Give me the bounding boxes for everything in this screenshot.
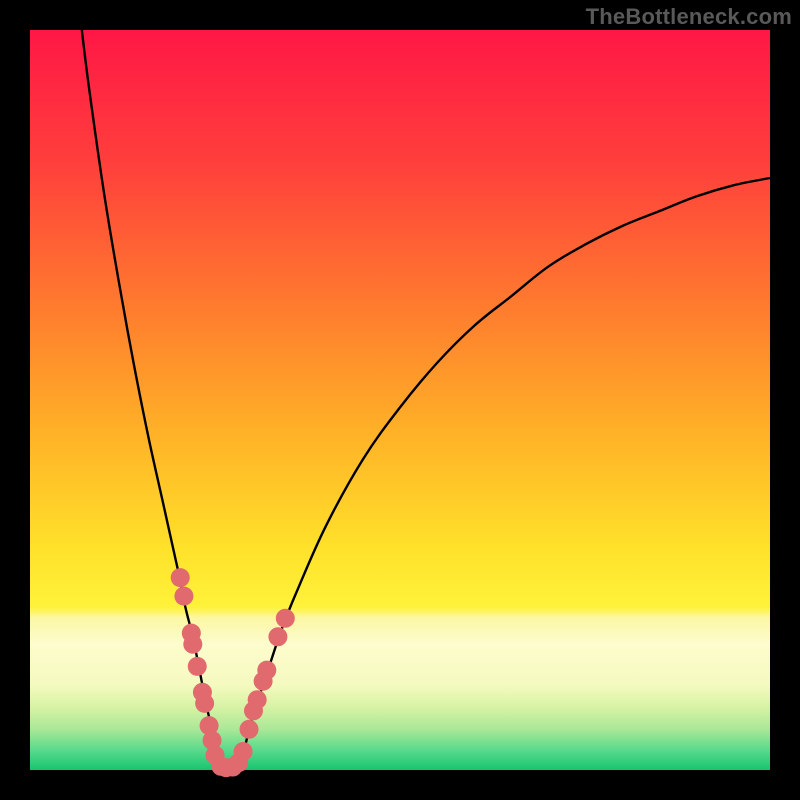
- scatter-point: [257, 661, 276, 680]
- scatter-point: [195, 694, 214, 713]
- scatter-point: [171, 568, 190, 587]
- scatter-point: [234, 742, 253, 761]
- scatter-point: [240, 720, 259, 739]
- scatter-point: [174, 587, 193, 606]
- scatter-point: [276, 609, 295, 628]
- bottleneck-chart: [0, 0, 800, 800]
- scatter-point: [248, 690, 267, 709]
- watermark-text: TheBottleneck.com: [586, 4, 792, 30]
- scatter-point: [188, 657, 207, 676]
- scatter-point: [183, 635, 202, 654]
- chart-frame: TheBottleneck.com: [0, 0, 800, 800]
- scatter-point: [268, 627, 287, 646]
